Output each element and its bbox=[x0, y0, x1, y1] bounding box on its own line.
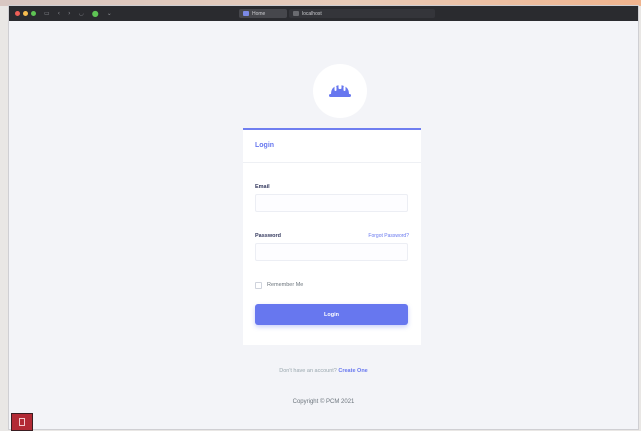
browser-tab-label: Home bbox=[252, 10, 266, 17]
login-card: Login Email Password Forgot Password? Re… bbox=[243, 128, 421, 345]
remember-me-checkbox[interactable] bbox=[255, 282, 262, 289]
email-field[interactable] bbox=[255, 194, 408, 212]
app-logo bbox=[313, 64, 367, 118]
browser-tab-home[interactable]: Home bbox=[239, 9, 287, 18]
browser-toolbar: ▭ ‹ › ◡ ● ⌄ Home localhost bbox=[9, 6, 638, 21]
browser-tab-label: localhost bbox=[302, 10, 322, 17]
forgot-password-link[interactable]: Forgot Password? bbox=[368, 233, 409, 239]
create-account-link[interactable]: Create One bbox=[338, 368, 367, 374]
minimize-window-button[interactable] bbox=[23, 11, 28, 16]
login-button[interactable]: Login bbox=[255, 304, 408, 325]
copyright-text: Copyright © PCM 2021 bbox=[292, 399, 355, 405]
extension-icon[interactable]: ● bbox=[92, 6, 99, 21]
chevron-down-icon[interactable]: ⌄ bbox=[107, 6, 112, 21]
zoom-window-button[interactable] bbox=[31, 11, 36, 16]
browser-window: ▭ ‹ › ◡ ● ⌄ Home localhost Login Email P… bbox=[9, 6, 638, 429]
app-dock-icon[interactable] bbox=[11, 413, 33, 431]
card-divider bbox=[243, 162, 421, 163]
forward-arrow-icon[interactable]: › bbox=[68, 6, 70, 21]
shield-icon[interactable]: ◡ bbox=[78, 6, 83, 21]
window-controls bbox=[15, 11, 36, 16]
signup-prompt: Don't have an account? Create One bbox=[9, 368, 638, 374]
sidebar-toggle-icon[interactable]: ▭ bbox=[44, 6, 50, 21]
back-arrow-icon[interactable]: ‹ bbox=[58, 6, 60, 21]
remember-me-label[interactable]: Remember Me bbox=[267, 282, 303, 288]
email-label: Email bbox=[255, 184, 270, 190]
login-card-title: Login bbox=[255, 142, 275, 149]
password-field[interactable] bbox=[255, 243, 408, 261]
favicon-icon bbox=[293, 11, 299, 16]
close-window-button[interactable] bbox=[15, 11, 20, 16]
browser-tab-localhost[interactable]: localhost bbox=[289, 9, 435, 18]
signup-prompt-text: Don't have an account? bbox=[279, 368, 337, 374]
hard-hat-icon bbox=[329, 83, 351, 97]
favicon-icon bbox=[243, 11, 249, 16]
password-label: Password bbox=[255, 233, 281, 239]
